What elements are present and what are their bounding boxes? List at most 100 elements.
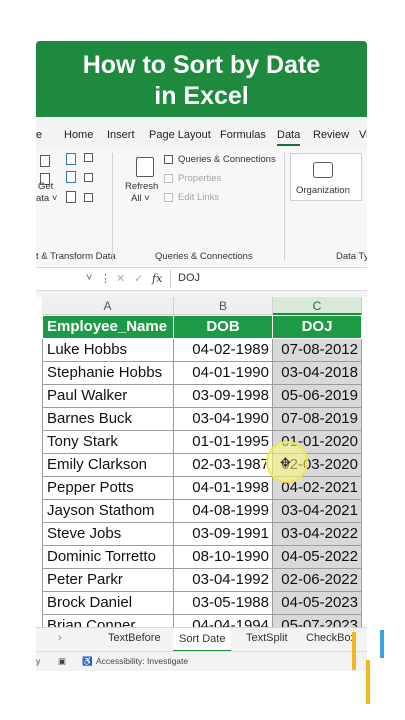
header-cell-dob[interactable]: DOB <box>174 316 273 339</box>
cell-employee-name[interactable]: Pepper Potts <box>42 477 174 500</box>
sheet-tab-textsplit[interactable]: TextSplit <box>246 632 288 644</box>
sheet-tab-sort-date[interactable]: Sort Date <box>173 628 232 652</box>
queries-connections-button[interactable]: Queries & Connections <box>178 154 276 165</box>
edit-links-button[interactable]: Edit Links <box>178 192 219 203</box>
cell-dob[interactable]: 04-02-1989 <box>174 339 273 362</box>
refresh-all-label[interactable]: Refresh <box>125 181 158 192</box>
cell-dob[interactable]: 08-10-1990 <box>174 546 273 569</box>
table-row: Brock Daniel 03-05-1988 04-05-2023 <box>42 592 362 615</box>
table-row: Pepper Potts 04-01-1998 04-02-2021 <box>42 477 362 500</box>
status-ready: y <box>36 656 41 666</box>
tab-insert[interactable]: Insert <box>107 129 135 141</box>
table-header-row: Employee_Name DOB DOJ <box>42 316 362 339</box>
table-row: Steve Jobs 03-09-1991 03-04-2022 <box>42 523 362 546</box>
sheet-tab-checkbox[interactable]: CheckBox <box>306 632 356 644</box>
organization-label[interactable]: Organization <box>296 185 350 196</box>
formula-input[interactable]: DOJ <box>178 272 200 284</box>
table-row: Emily Clarkson 02-03-1987 02-03-2020 <box>42 454 362 477</box>
table-row: Dominic Torretto 08-10-1990 04-05-2022 <box>42 546 362 569</box>
cell-doj[interactable]: 04-05-2022 <box>273 546 362 569</box>
building-icon <box>313 162 333 178</box>
cell-employee-name[interactable]: Luke Hobbs <box>42 339 174 362</box>
column-header-a[interactable]: A <box>42 297 174 315</box>
sheet-tabs-bar: › TextBefore Sort Date TextSplit CheckBo… <box>36 627 367 652</box>
cell-dob[interactable]: 01-01-1995 <box>174 431 273 454</box>
accessibility-icon[interactable]: ♿ <box>82 656 93 667</box>
cell-doj[interactable]: 02-06-2022 <box>273 569 362 592</box>
cell-employee-name[interactable]: Emily Clarkson <box>42 454 174 477</box>
table-icon[interactable] <box>84 173 93 182</box>
cell-dob[interactable]: 02-03-1987 <box>174 454 273 477</box>
cell-doj[interactable]: 03-04-2022 <box>273 523 362 546</box>
cell-dob[interactable]: 03-09-1998 <box>174 385 273 408</box>
get-data-dropdown[interactable]: ata ˅ <box>36 193 57 204</box>
cell-employee-name[interactable]: Barnes Buck <box>42 408 174 431</box>
table-row: Jayson Stathom 04-08-1999 03-04-2021 <box>42 500 362 523</box>
tab-view[interactable]: Vi <box>359 129 367 141</box>
cell-dob[interactable]: 04-01-1998 <box>174 477 273 500</box>
cell-employee-name[interactable]: Brock Daniel <box>42 592 174 615</box>
cell-dob[interactable]: 03-09-1991 <box>174 523 273 546</box>
cell-doj[interactable]: 07-08-2019 <box>273 408 362 431</box>
from-web-icon[interactable] <box>66 153 76 165</box>
chevron-down-icon[interactable]: ˅ <box>86 272 92 284</box>
cancel-icon[interactable]: ✕ <box>116 272 125 285</box>
table-row: Paul Walker 03-09-1998 05-06-2019 <box>42 385 362 408</box>
tab-review[interactable]: Review <box>313 129 349 141</box>
insert-function-icon[interactable]: fx <box>152 272 162 285</box>
cell-doj[interactable]: 04-05-2023 <box>273 592 362 615</box>
table-row: Peter Parkr 03-04-1992 02-06-2022 <box>42 569 362 592</box>
document-icon[interactable] <box>84 193 93 202</box>
cell-doj[interactable]: 03-04-2018 <box>273 362 362 385</box>
table-row: Barnes Buck 03-04-1990 07-08-2019 <box>42 408 362 431</box>
cell-dob[interactable]: 04-01-1990 <box>174 362 273 385</box>
refresh-icon[interactable] <box>136 157 154 177</box>
column-header-b[interactable]: B <box>174 297 273 315</box>
tab-page-layout[interactable]: Page Layout <box>149 129 211 141</box>
existing-connections-icon[interactable] <box>84 153 93 162</box>
tab-file[interactable]: e <box>36 129 42 141</box>
cell-dob[interactable]: 03-04-1992 <box>174 569 273 592</box>
accessibility-status[interactable]: Accessibility: Investigate <box>96 656 188 666</box>
recent-sources-icon[interactable] <box>66 191 76 203</box>
cell-doj[interactable]: 05-06-2019 <box>273 385 362 408</box>
properties-icon <box>164 174 173 183</box>
worksheet-grid[interactable]: A B C Employee_Name DOB DOJ Luke Hobbs 04… <box>36 297 367 669</box>
from-table-icon[interactable] <box>66 171 76 183</box>
formula-bar: ˅ ⋮ ✕ ✓ fx DOJ <box>36 267 367 291</box>
get-data-label[interactable]: Get <box>38 181 53 192</box>
group-label-get-transform: t & Transform Data <box>36 251 116 262</box>
cell-employee-name[interactable]: Stephanie Hobbs <box>42 362 174 385</box>
header-cell-name[interactable]: Employee_Name <box>42 316 174 339</box>
cell-employee-name[interactable]: Steve Jobs <box>42 523 174 546</box>
cell-employee-name[interactable]: Dominic Torretto <box>42 546 174 569</box>
cell-doj[interactable]: 07-08-2012 <box>273 339 362 362</box>
cell-dob[interactable]: 04-08-1999 <box>174 500 273 523</box>
group-label-data-types: Data Typ <box>336 251 367 262</box>
cell-employee-name[interactable]: Paul Walker <box>42 385 174 408</box>
cell-dob[interactable]: 03-04-1990 <box>174 408 273 431</box>
tab-data[interactable]: Data <box>277 129 301 146</box>
tab-home[interactable]: Home <box>64 129 93 141</box>
refresh-all-dropdown[interactable]: All ˅ <box>131 193 150 204</box>
cell-employee-name[interactable]: Peter Parkr <box>42 569 174 592</box>
cell-employee-name[interactable]: Jayson Stathom <box>42 500 174 523</box>
divider <box>284 153 285 261</box>
tab-formulas[interactable]: Formulas <box>220 129 266 141</box>
sheet-tab-textbefore[interactable]: TextBefore <box>108 632 161 644</box>
scroll-tabs-icon[interactable]: › <box>58 632 62 644</box>
title-banner: How to Sort by Date in Excel <box>36 41 367 117</box>
cell-employee-name[interactable]: Tony Stark <box>42 431 174 454</box>
enter-icon[interactable]: ✓ <box>134 272 143 285</box>
header-cell-doj[interactable]: DOJ <box>273 316 362 339</box>
column-header-c[interactable]: C <box>273 297 362 315</box>
cell-dob[interactable]: 03-05-1988 <box>174 592 273 615</box>
banner-line-2: in Excel <box>154 82 249 110</box>
properties-button[interactable]: Properties <box>178 173 221 184</box>
logo-bar <box>352 632 356 670</box>
group-label-queries: Queries & Connections <box>155 251 253 262</box>
macro-record-icon[interactable]: ▣ <box>58 656 66 667</box>
cell-doj[interactable]: 03-04-2021 <box>273 500 362 523</box>
cursor-icon: ✥ <box>280 455 291 470</box>
table-icon[interactable] <box>40 155 50 167</box>
